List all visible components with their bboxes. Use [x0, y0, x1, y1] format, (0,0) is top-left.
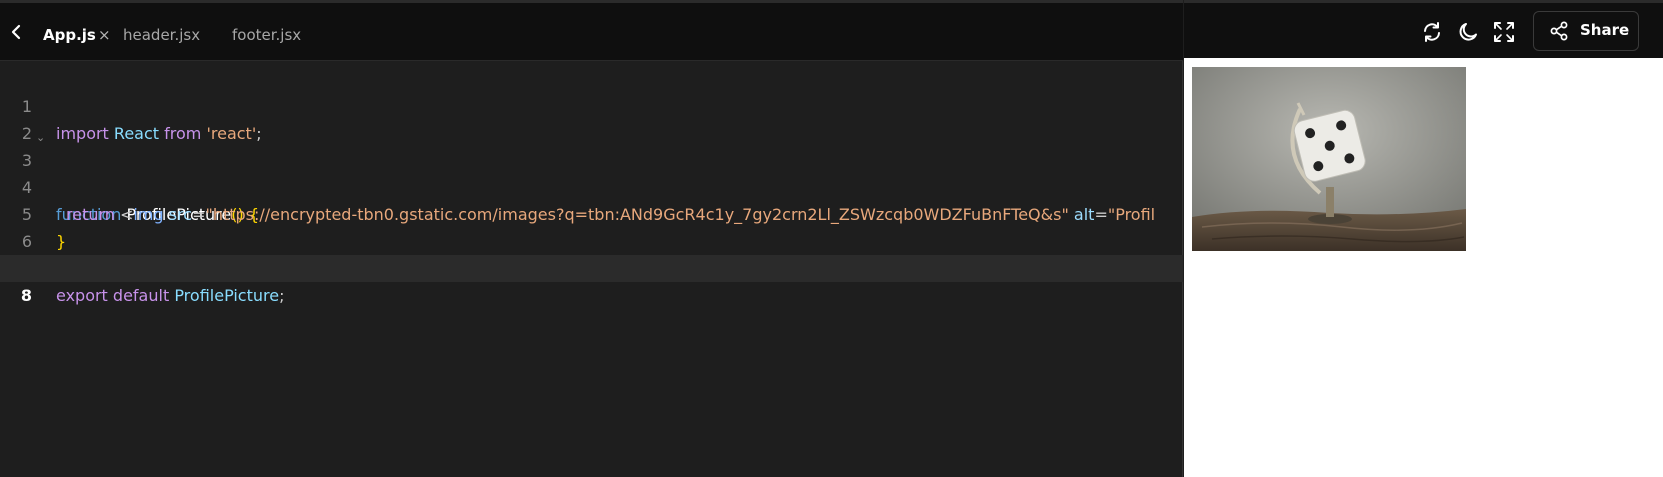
line-number: 8 — [20, 286, 32, 305]
tab-header-jsx[interactable]: header.jsx — [123, 23, 200, 47]
code-area[interactable]: 1 import React from 'react'; 2 3 ⌄ funct… — [0, 65, 1183, 477]
preview-pane — [1184, 58, 1663, 477]
back-button[interactable] — [6, 20, 26, 44]
share-button[interactable]: Share — [1533, 11, 1639, 51]
identifier: ProfilePicture — [174, 286, 280, 305]
keyword: export — [56, 286, 108, 305]
keyword: default — [112, 286, 170, 305]
file-tab-bar: App.js × header.jsx footer.jsx — [0, 0, 1183, 61]
code-line: 4 return <img src="https://encrypted-tbn… — [0, 147, 1183, 224]
share-icon — [1549, 21, 1569, 45]
code-line-current: 8 — [0, 255, 1183, 305]
code-line: 1 import React from 'react'; — [0, 66, 1183, 143]
profile-picture-image — [1192, 67, 1466, 251]
code-line: 7 export default ProfilePicture; — [0, 228, 1183, 305]
share-button-label: Share — [1580, 21, 1630, 39]
moon-icon[interactable] — [1456, 20, 1480, 44]
punctuation: ; — [279, 286, 285, 305]
code-editor-pane[interactable]: App.js × header.jsx footer.jsx 1 import … — [0, 0, 1183, 477]
code-line: 2 — [0, 93, 1183, 143]
chevron-left-icon — [11, 24, 21, 40]
code-line: 5 } — [0, 174, 1183, 251]
refresh-icon[interactable] — [1420, 20, 1444, 44]
code-line: 3 ⌄ function ProfilePicture() { — [0, 120, 1183, 224]
fullscreen-icon[interactable] — [1492, 20, 1516, 44]
tab-app-js[interactable]: App.js — [43, 23, 96, 47]
tab-footer-jsx[interactable]: footer.jsx — [232, 23, 301, 47]
code-line: 6 — [0, 201, 1183, 251]
close-tab-icon[interactable]: × — [98, 23, 111, 47]
